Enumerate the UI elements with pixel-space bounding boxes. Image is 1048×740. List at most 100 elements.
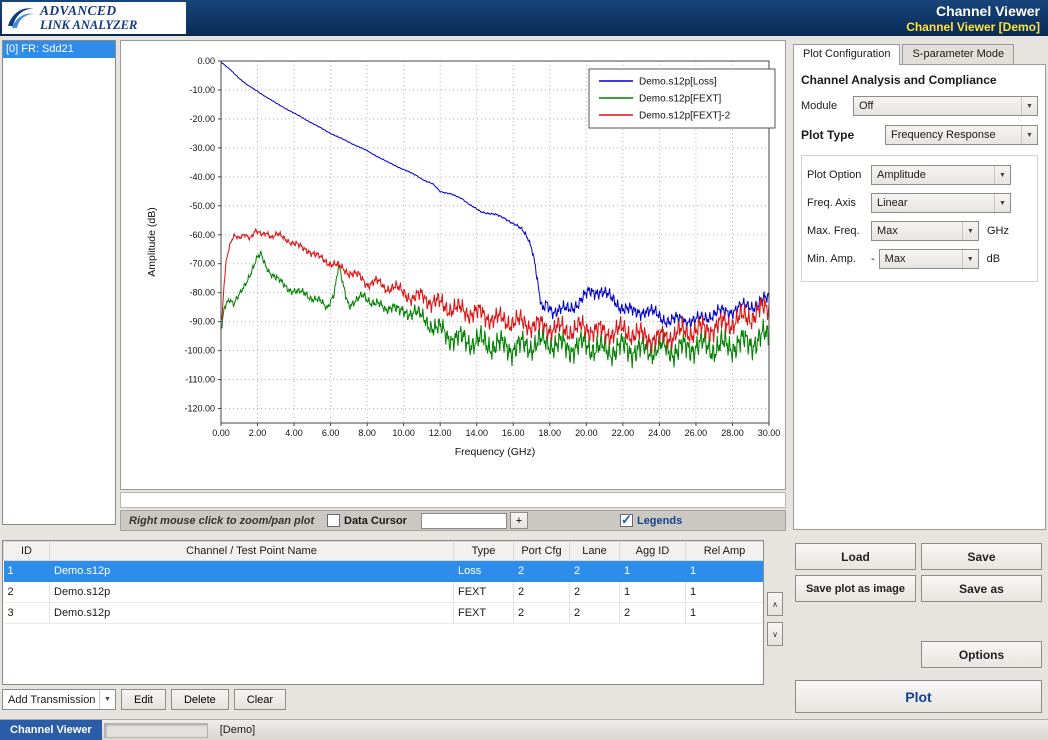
table-row[interactable]: 2Demo.s12pFEXT2211 [4, 582, 764, 603]
svg-text:-110.00: -110.00 [185, 375, 215, 385]
table-header-row: IDChannel / Test Point NameTypePort CfgL… [4, 542, 764, 561]
load-button[interactable]: Load [795, 543, 916, 570]
svg-text:0.00: 0.00 [197, 56, 215, 66]
add-transmission-select[interactable]: Add Transmission ▼ [2, 689, 116, 710]
save-button[interactable]: Save [921, 543, 1042, 570]
legends-group: Legends [620, 514, 682, 527]
plot-configuration-panel: Channel Analysis and Compliance Module O… [793, 64, 1046, 530]
sidebar-item[interactable]: [0] FR: Sdd21 [3, 41, 115, 58]
table-cell: 2 [570, 603, 620, 624]
chevron-down-icon: ▼ [1021, 97, 1037, 115]
column-header[interactable]: Agg ID [620, 542, 686, 561]
table-row[interactable]: 3Demo.s12pFEXT2221 [4, 603, 764, 624]
module-row: Module Off ▼ [801, 96, 1038, 116]
svg-text:26.00: 26.00 [685, 428, 708, 438]
tab-plot-configuration[interactable]: Plot Configuration [793, 44, 900, 65]
table-cell: 1 [686, 561, 764, 582]
plot-option-row: Plot Option Amplitude ▼ [807, 165, 1032, 185]
window-title: Channel Viewer [906, 3, 1040, 19]
min-amp-row: Min. Amp. - Max ▼ dB [807, 249, 1032, 269]
svg-text:-90.00: -90.00 [189, 317, 215, 327]
table-cell: Demo.s12p [50, 582, 454, 603]
freq-axis-label: Freq. Axis [807, 197, 871, 209]
svg-text:8.00: 8.00 [358, 428, 376, 438]
logo-swoosh-icon [6, 4, 36, 32]
freq-axis-select[interactable]: Linear ▼ [871, 193, 1011, 213]
legend-entry-label: Demo.s12p[FEXT]-2 [639, 111, 731, 122]
clear-button[interactable]: Clear [234, 689, 286, 710]
svg-text:6.00: 6.00 [322, 428, 340, 438]
legends-label: Legends [637, 515, 682, 527]
chevron-down-icon: ▼ [99, 690, 115, 709]
chevron-down-icon: ▼ [994, 166, 1010, 184]
save-plot-as-image-button[interactable]: Save plot as image [795, 575, 916, 602]
legend: Demo.s12p[Loss]Demo.s12p[FEXT]Demo.s12p[… [589, 69, 775, 128]
app-logo: ADVANCED LINK ANALYZER [2, 2, 186, 34]
table-cell: FEXT [454, 582, 514, 603]
min-amp-select[interactable]: Max ▼ [879, 249, 979, 269]
status-inset-box [104, 723, 208, 738]
frequency-response-chart[interactable]: 0.002.004.006.008.0010.0012.0014.0016.00… [121, 41, 785, 489]
chevron-down-icon: ▼ [994, 194, 1010, 212]
zoom-hint: Right mouse click to zoom/pan plot [129, 515, 327, 527]
column-header[interactable]: Rel Amp [686, 542, 764, 561]
svg-text:-80.00: -80.00 [189, 288, 215, 298]
table-row[interactable]: 1Demo.s12pLoss2211 [4, 561, 764, 582]
column-header[interactable]: Channel / Test Point Name [50, 542, 454, 561]
table-actions: Add Transmission ▼ Edit Delete Clear [2, 689, 286, 710]
data-cursor-label: Data Cursor [344, 515, 407, 527]
plot-type-label: Plot Type [801, 128, 885, 142]
plus-button[interactable]: + [510, 512, 528, 529]
column-header[interactable]: ID [4, 542, 50, 561]
svg-text:0.00: 0.00 [212, 428, 230, 438]
module-label: Module [801, 100, 853, 112]
cursor-value-input[interactable] [421, 513, 507, 529]
status-bar: Channel Viewer [Demo] [0, 719, 1048, 740]
logo-line1: ADVANCED [40, 4, 137, 18]
move-up-button[interactable]: ∧ [767, 592, 783, 616]
channel-list[interactable]: [0] FR: Sdd21 [2, 40, 116, 525]
table-cell: 2 [514, 603, 570, 624]
min-amp-unit: dB [987, 253, 1000, 265]
plot-type-select[interactable]: Frequency Response ▼ [885, 125, 1038, 145]
chevron-down-icon: ▼ [962, 250, 978, 268]
legends-checkbox[interactable] [620, 514, 633, 527]
svg-text:10.00: 10.00 [392, 428, 415, 438]
module-select[interactable]: Off ▼ [853, 96, 1038, 116]
tab-s-parameter-mode[interactable]: S-parameter Mode [902, 44, 1014, 64]
column-header[interactable]: Lane [570, 542, 620, 561]
chevron-down-icon: ▼ [1021, 126, 1037, 144]
y-axis-label: Amplitude (dB) [146, 207, 158, 276]
column-header[interactable]: Port Cfg [514, 542, 570, 561]
plot-option-select[interactable]: Amplitude ▼ [871, 165, 1011, 185]
table-cell: 1 [620, 582, 686, 603]
logo-text: ADVANCED LINK ANALYZER [40, 4, 137, 31]
data-cursor-checkbox[interactable] [327, 514, 340, 527]
save-as-button[interactable]: Save as [921, 575, 1042, 602]
delete-button[interactable]: Delete [171, 689, 229, 710]
svg-text:-70.00: -70.00 [189, 259, 215, 269]
plot-button[interactable]: Plot [795, 680, 1042, 713]
max-freq-label: Max. Freq. [807, 225, 871, 237]
svg-text:-30.00: -30.00 [189, 143, 215, 153]
svg-text:20.00: 20.00 [575, 428, 598, 438]
svg-text:-40.00: -40.00 [189, 172, 215, 182]
svg-text:28.00: 28.00 [721, 428, 744, 438]
freq-axis-row: Freq. Axis Linear ▼ [807, 193, 1032, 213]
svg-text:-20.00: -20.00 [189, 114, 215, 124]
options-button[interactable]: Options [921, 641, 1042, 668]
max-freq-select[interactable]: Max ▼ [871, 221, 979, 241]
series-line [222, 251, 769, 369]
section-title: Channel Analysis and Compliance [801, 73, 1038, 87]
edit-button[interactable]: Edit [121, 689, 166, 710]
config-tabs: Plot Configuration S-parameter Mode [793, 44, 1016, 65]
add-transmission-value: Add Transmission [8, 694, 99, 706]
column-header[interactable]: Type [454, 542, 514, 561]
header-titles: Channel Viewer Channel Viewer [Demo] [906, 3, 1040, 34]
plot-panel: 0.002.004.006.008.0010.0012.0014.0016.00… [120, 40, 786, 490]
move-down-button[interactable]: ∨ [767, 622, 783, 646]
svg-text:-50.00: -50.00 [189, 201, 215, 211]
svg-text:16.00: 16.00 [502, 428, 525, 438]
x-axis-label: Frequency (GHz) [455, 446, 536, 458]
status-mode: Channel Viewer [0, 720, 102, 740]
